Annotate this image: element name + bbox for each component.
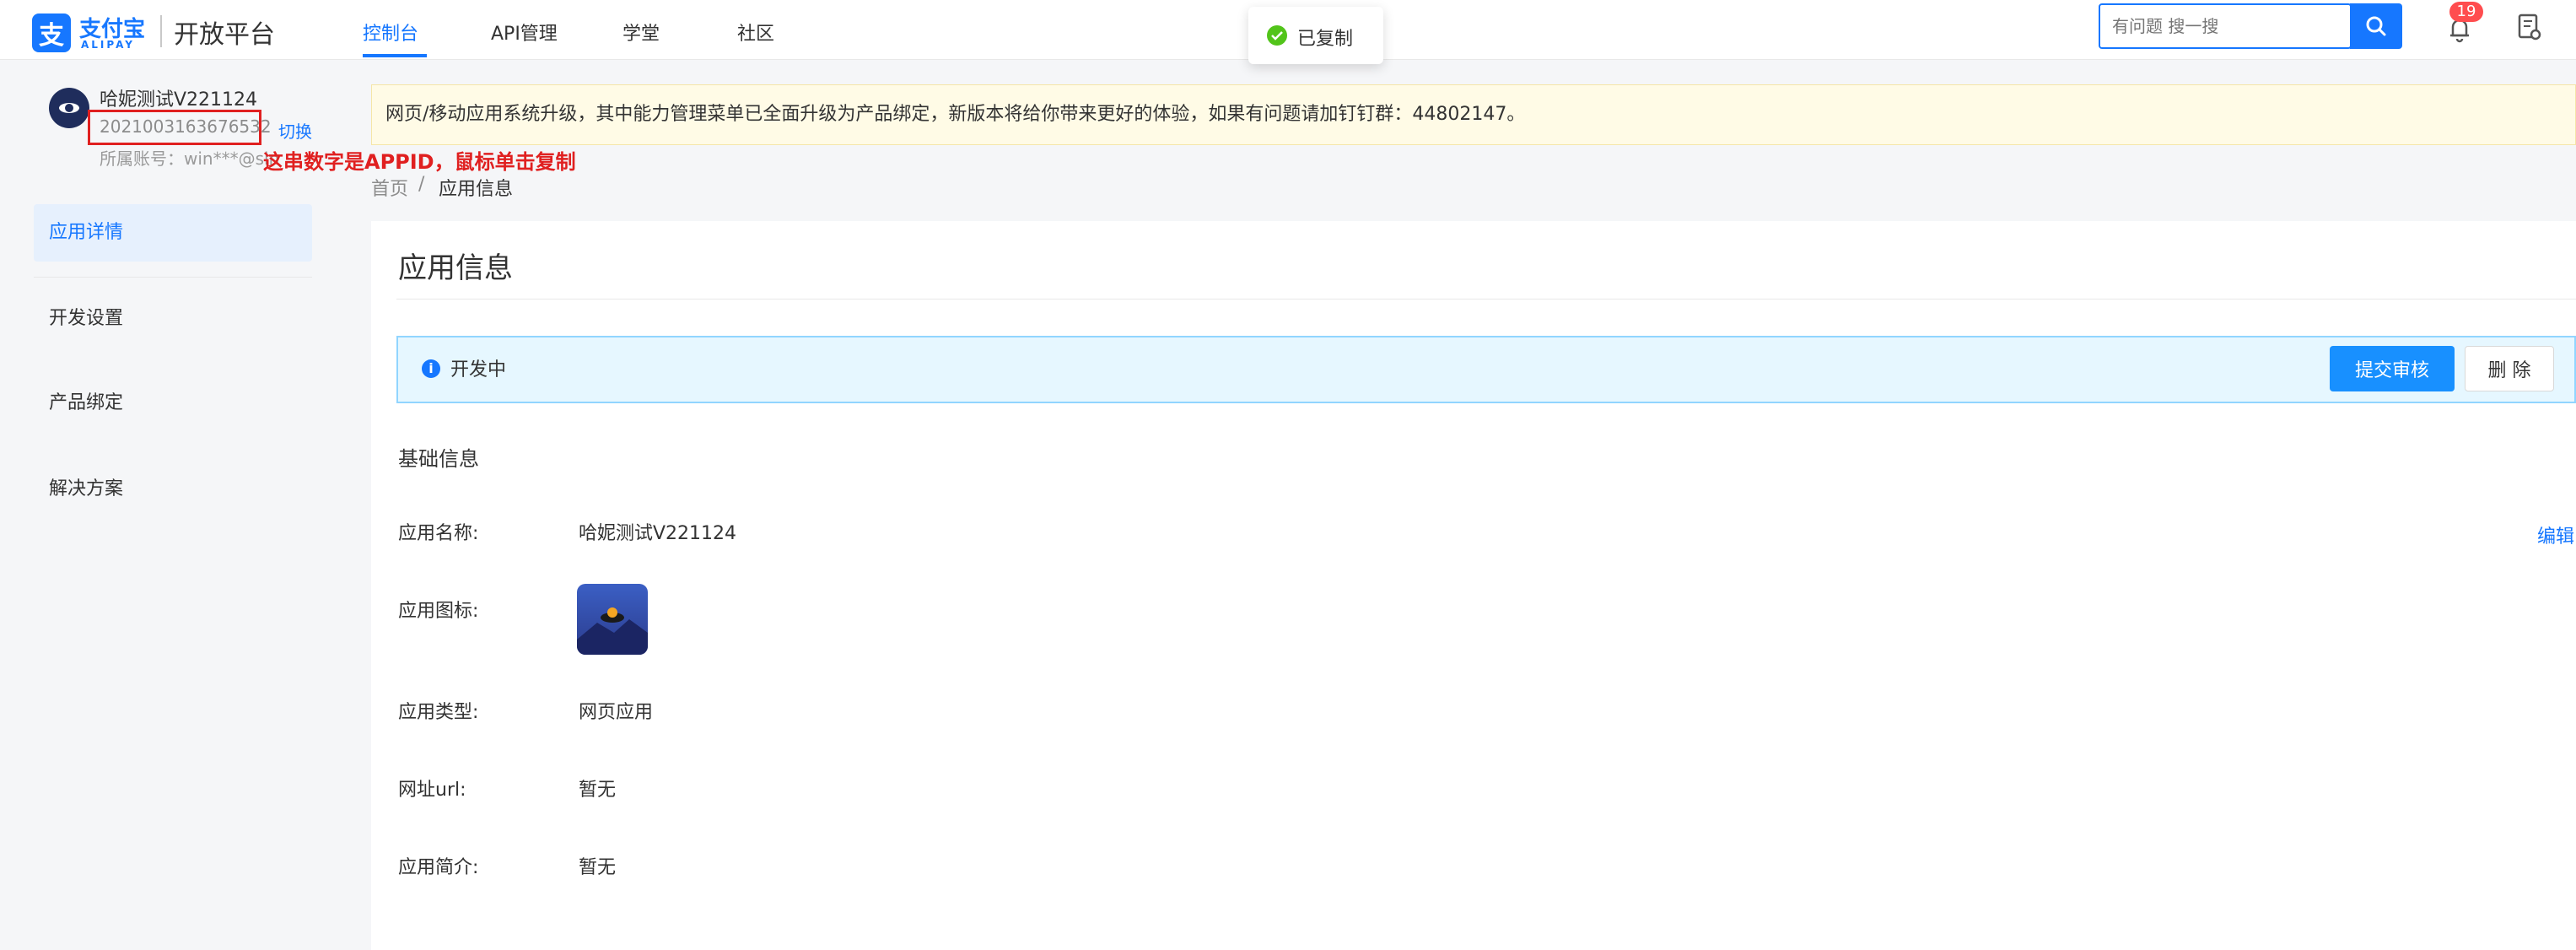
app-info-card — [371, 221, 2576, 950]
nav-active-indicator — [363, 54, 427, 57]
field-value-app-type: 网页应用 — [579, 702, 654, 723]
field-label-app-icon: 应用图标: — [398, 601, 479, 622]
field-value-url: 暂无 — [579, 780, 617, 801]
sidebar-item-product-binding[interactable]: 产品绑定 — [34, 375, 312, 432]
submit-review-button[interactable]: 提交审核 — [2330, 346, 2455, 391]
field-label-app-type: 应用类型: — [398, 702, 479, 723]
status-text: 开发中 — [450, 359, 507, 381]
toast-message: 已复制 — [1297, 29, 1354, 50]
page-title: 应用信息 — [398, 251, 513, 285]
sidebar-divider — [34, 277, 312, 278]
breadcrumb-current: 应用信息 — [439, 179, 514, 200]
breadcrumb-separator: / — [418, 174, 425, 195]
sidebar-item-dev-settings[interactable]: 开发设置 — [34, 290, 312, 348]
alipay-logo-icon[interactable]: 支 — [32, 13, 71, 52]
field-label-app-name: 应用名称: — [398, 523, 479, 544]
search-input[interactable] — [2099, 3, 2352, 49]
account-info: 所属账号：win***@sin — [100, 148, 280, 169]
field-label-url: 网址url: — [398, 780, 466, 801]
breadcrumb-home[interactable]: 首页 — [371, 174, 408, 201]
app-avatar — [49, 88, 89, 128]
info-icon: i — [422, 359, 440, 378]
app-icon-image — [577, 584, 648, 655]
field-label-intro: 应用简介: — [398, 857, 479, 878]
app-name: 哈妮测试V221124 — [100, 89, 258, 111]
delete-button[interactable]: 删 除 — [2465, 346, 2554, 391]
nav-console[interactable]: 控制台 — [363, 19, 418, 46]
title-divider — [396, 299, 2576, 300]
logo-english: ALIPAY — [81, 39, 135, 51]
appid-value[interactable]: 2021003163676532 — [100, 116, 272, 137]
field-value-app-name: 哈妮测试V221124 — [579, 523, 737, 544]
section-title-basic-info: 基础信息 — [398, 447, 479, 471]
sidebar-item-solutions[interactable]: 解决方案 — [34, 461, 312, 518]
notification-badge: 19 — [2449, 2, 2483, 22]
switch-app-link[interactable]: 切换 — [278, 118, 312, 143]
document-button[interactable] — [2512, 10, 2546, 44]
logo-divider — [160, 15, 162, 47]
platform-name[interactable]: 开放平台 — [174, 13, 275, 51]
field-value-intro: 暂无 — [579, 857, 617, 878]
sidebar-item-app-details[interactable]: 应用详情 — [34, 204, 312, 262]
upgrade-notice: 网页/移动应用系统升级，其中能力管理菜单已全面升级为产品绑定，新版本将给你带来更… — [371, 84, 2576, 145]
success-check-icon — [1267, 25, 1287, 46]
search-icon — [2366, 16, 2386, 36]
search-button[interactable] — [2350, 3, 2402, 49]
copied-toast: 已复制 — [1248, 7, 1383, 64]
status-bar — [396, 336, 2576, 403]
edit-link[interactable]: 编辑 — [2537, 521, 2574, 548]
appid-annotation: 这串数字是APPID，鼠标单击复制 — [263, 150, 576, 174]
nav-academy[interactable]: 学堂 — [622, 19, 660, 46]
nav-api-management[interactable]: API管理 — [491, 19, 558, 46]
document-settings-icon — [2518, 13, 2541, 40]
nav-community[interactable]: 社区 — [737, 19, 774, 46]
